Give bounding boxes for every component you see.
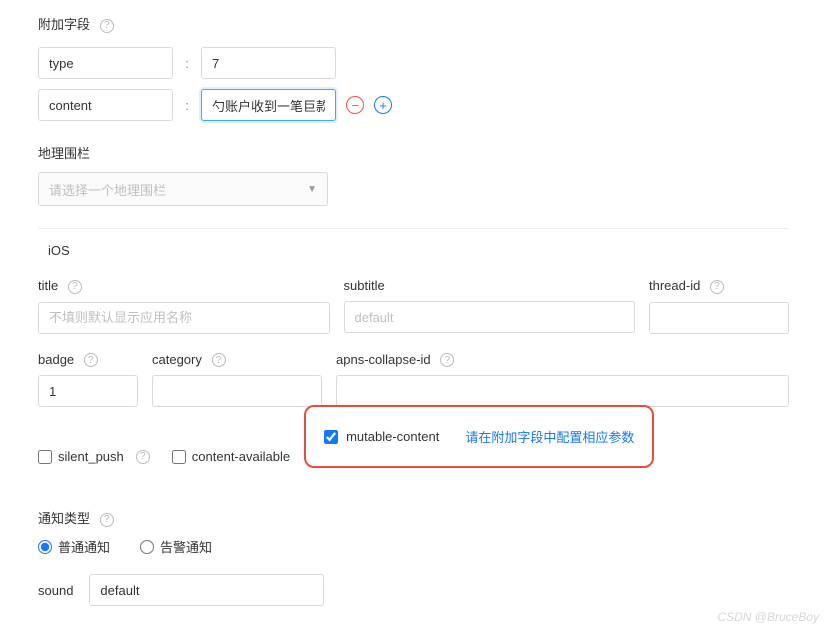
badge-label: badge	[38, 352, 74, 367]
help-icon[interactable]: ?	[212, 353, 226, 367]
apns-collapse-label: apns-collapse-id	[336, 352, 431, 367]
help-icon[interactable]: ?	[68, 280, 82, 294]
help-icon[interactable]: ?	[100, 19, 114, 33]
mutable-content-hint[interactable]: 请在附加字段中配置相应参数	[465, 427, 634, 446]
geofence-placeholder: 请选择一个地理围栏	[49, 180, 166, 199]
help-icon[interactable]: ?	[84, 353, 98, 367]
extra-key-input-1[interactable]	[38, 89, 173, 121]
extra-value-input-1[interactable]	[201, 89, 336, 121]
silent-push-checkbox[interactable]	[38, 450, 52, 464]
geofence-select[interactable]: 请选择一个地理围栏 ▼	[38, 172, 328, 206]
notify-normal-label: 普通通知	[58, 537, 110, 556]
badge-input[interactable]	[38, 375, 138, 407]
extra-key-input-0[interactable]	[38, 47, 173, 79]
platform-name: iOS	[48, 243, 70, 258]
remove-field-button[interactable]: −	[346, 96, 364, 114]
help-icon[interactable]: ?	[710, 280, 724, 294]
mutable-content-highlight: mutable-content 请在附加字段中配置相应参数	[304, 405, 654, 468]
apns-collapse-input[interactable]	[336, 375, 789, 407]
notify-normal-radio[interactable]	[38, 540, 52, 554]
geofence-label: 地理围栏	[38, 146, 90, 161]
category-label: category	[152, 352, 202, 367]
title-input[interactable]	[38, 302, 330, 334]
mutable-content-label: mutable-content	[346, 429, 439, 444]
help-icon[interactable]: ?	[136, 450, 150, 464]
notify-type-label: 通知类型	[38, 511, 90, 526]
chevron-down-icon: ▼	[307, 184, 317, 195]
help-icon[interactable]: ?	[100, 513, 114, 527]
sound-label: sound	[38, 583, 73, 598]
category-input[interactable]	[152, 375, 322, 407]
colon: :	[183, 56, 191, 71]
content-available-label: content-available	[192, 449, 290, 464]
sound-input[interactable]	[89, 574, 324, 606]
add-field-button[interactable]: +	[374, 96, 392, 114]
extra-fields-label: 附加字段	[38, 17, 90, 32]
extra-value-input-0[interactable]	[201, 47, 336, 79]
subtitle-label: subtitle	[344, 278, 385, 293]
threadid-label: thread-id	[649, 278, 700, 293]
divider	[38, 228, 789, 229]
help-icon[interactable]: ?	[440, 353, 454, 367]
threadid-input[interactable]	[649, 302, 789, 334]
notify-alert-label: 告警通知	[160, 537, 212, 556]
title-label: title	[38, 278, 58, 293]
silent-push-label: silent_push	[58, 449, 124, 464]
notify-alert-radio[interactable]	[140, 540, 154, 554]
colon: :	[183, 98, 191, 113]
subtitle-input[interactable]	[344, 301, 636, 333]
mutable-content-checkbox[interactable]	[324, 430, 338, 444]
watermark: CSDN @BruceBoy	[717, 610, 819, 624]
content-available-checkbox[interactable]	[172, 450, 186, 464]
